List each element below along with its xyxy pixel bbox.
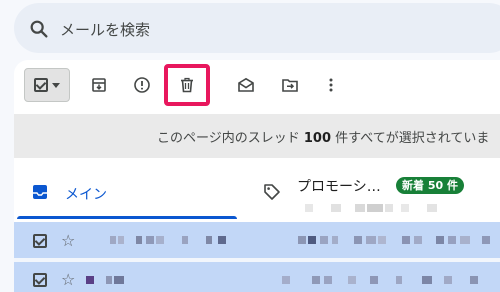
banner-count: 100	[303, 131, 332, 146]
promotions-snippet-blurred	[305, 204, 437, 212]
checkbox-checked-icon[interactable]	[34, 78, 48, 92]
inbox-icon[interactable]	[32, 184, 48, 200]
redacted-row-content	[86, 276, 478, 284]
search-bar[interactable]: メールを検索	[14, 3, 500, 53]
delete-highlight-frame	[164, 64, 210, 106]
mark-as-read-button[interactable]	[229, 68, 263, 102]
star-icon[interactable]: ☆	[61, 233, 75, 249]
tab-main[interactable]: メイン	[65, 184, 107, 204]
row-checkbox[interactable]	[33, 234, 47, 248]
archive-icon	[92, 78, 106, 92]
move-to-button[interactable]	[273, 68, 307, 102]
more-vert-icon	[329, 78, 333, 92]
banner-suffix: 件すべてが選択されていま	[331, 131, 490, 146]
active-tab-indicator	[17, 216, 237, 219]
select-all-dropdown[interactable]	[24, 68, 70, 102]
more-options-button[interactable]	[314, 68, 348, 102]
mark-read-icon	[238, 77, 254, 92]
redacted-row-content	[110, 236, 490, 244]
banner-prefix: このページ内のスレッド	[157, 131, 304, 146]
new-count-badge: 新着 50 件	[396, 177, 464, 194]
archive-button[interactable]	[82, 68, 116, 102]
row-checkbox[interactable]	[33, 273, 47, 287]
move-to-icon	[282, 79, 298, 92]
selection-banner-text: このページ内のスレッド 100 件すべてが選択されていま	[157, 127, 489, 146]
chevron-down-icon[interactable]	[52, 82, 60, 88]
star-icon[interactable]: ☆	[61, 272, 75, 288]
report-spam-icon	[134, 77, 150, 93]
search-icon[interactable]	[28, 18, 50, 40]
tag-icon[interactable]	[262, 182, 282, 202]
report-spam-button[interactable]	[125, 68, 159, 102]
search-input[interactable]: メールを検索	[60, 19, 150, 40]
tab-promotions[interactable]: プロモーシ…	[297, 176, 381, 196]
